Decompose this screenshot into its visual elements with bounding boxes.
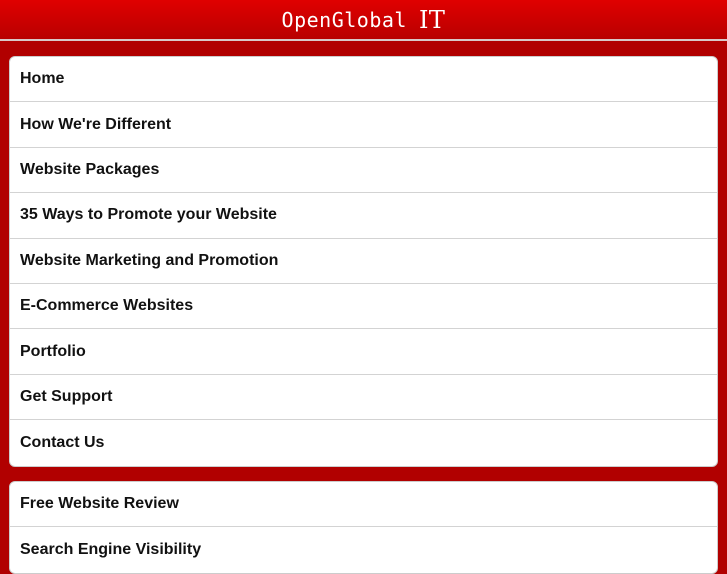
menu-item-how-different[interactable]: How We're Different [10, 102, 717, 148]
menu-item-home[interactable]: Home [10, 57, 717, 103]
logo-text: OpenGlobal [281, 7, 407, 32]
main-menu: Home How We're Different Website Package… [9, 56, 718, 467]
site-logo[interactable]: OpenGlobal IT [282, 6, 446, 34]
menu-item-free-review[interactable]: Free Website Review [10, 482, 717, 528]
menu-item-portfolio[interactable]: Portfolio [10, 329, 717, 375]
secondary-menu: Free Website Review Search Engine Visibi… [9, 481, 718, 574]
logo-suffix: IT [418, 5, 446, 34]
menu-item-search-engine[interactable]: Search Engine Visibility [10, 527, 717, 572]
menu-item-website-packages[interactable]: Website Packages [10, 148, 717, 194]
menu-item-marketing[interactable]: Website Marketing and Promotion [10, 239, 717, 284]
menu-item-ecommerce[interactable]: E-Commerce Websites [10, 284, 717, 330]
menu-item-35-ways[interactable]: 35 Ways to Promote your Website [10, 193, 717, 239]
menu-item-contact[interactable]: Contact Us [10, 420, 717, 465]
site-header: OpenGlobal IT [0, 0, 727, 41]
menu-item-support[interactable]: Get Support [10, 375, 717, 421]
